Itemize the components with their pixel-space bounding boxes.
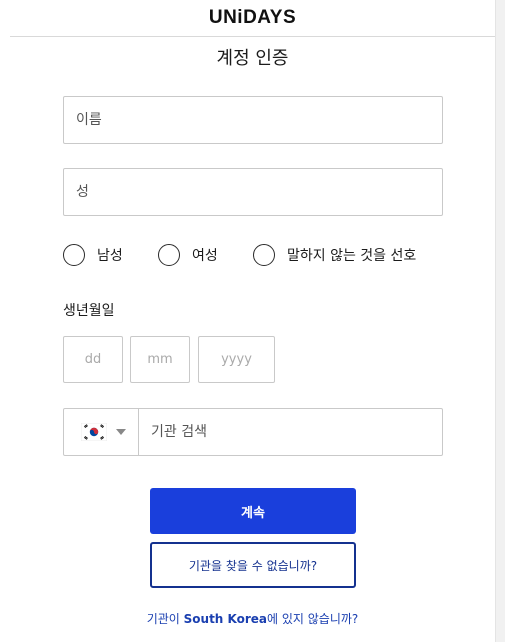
last-name-input[interactable]: [63, 168, 443, 216]
continue-button[interactable]: 계속: [150, 488, 356, 534]
gender-radio-group: 남성 여성 말하지 않는 것을 선호: [63, 242, 463, 268]
page-title: 계정 인증: [216, 48, 289, 69]
country-link-suffix: 에 있지 않습니까?: [267, 612, 359, 626]
country-selector[interactable]: [64, 409, 139, 455]
country-link-country: South Korea: [183, 612, 268, 626]
institution-search-row: [63, 408, 443, 456]
gender-label-male: 남성: [97, 248, 123, 264]
south-korea-flag-icon: [81, 423, 107, 441]
institution-not-found-button[interactable]: 기관을 찾을 수 없습니까?: [150, 542, 356, 588]
radio-button-female[interactable]: [158, 244, 180, 266]
gender-label-prefer-not-say: 말하지 않는 것을 선호: [287, 248, 417, 264]
gender-option-prefer-not-say[interactable]: 말하지 않는 것을 선호: [253, 242, 416, 268]
chevron-down-icon: [116, 429, 126, 435]
dob-day-input[interactable]: [63, 336, 123, 383]
country-link-prefix: 기관이: [146, 612, 184, 626]
gender-option-female[interactable]: 여성: [158, 242, 218, 268]
gender-option-male[interactable]: 남성: [63, 242, 123, 268]
gender-label-female: 여성: [192, 248, 218, 264]
radio-button-male[interactable]: [63, 244, 85, 266]
dob-month-input[interactable]: [130, 336, 190, 383]
dob-year-input[interactable]: [198, 336, 275, 383]
radio-button-prefer-not-say[interactable]: [253, 244, 275, 266]
dob-label: 생년월일: [63, 303, 115, 319]
institution-search-input[interactable]: [139, 409, 442, 455]
institution-not-in-country-link[interactable]: 기관이 South Korea에 있지 않습니까?: [10, 610, 495, 627]
header: UNiDAYS: [10, 0, 495, 37]
scrollbar[interactable]: [495, 0, 505, 642]
first-name-input[interactable]: [63, 96, 443, 144]
unidays-logo[interactable]: UNiDAYS: [10, 7, 495, 29]
